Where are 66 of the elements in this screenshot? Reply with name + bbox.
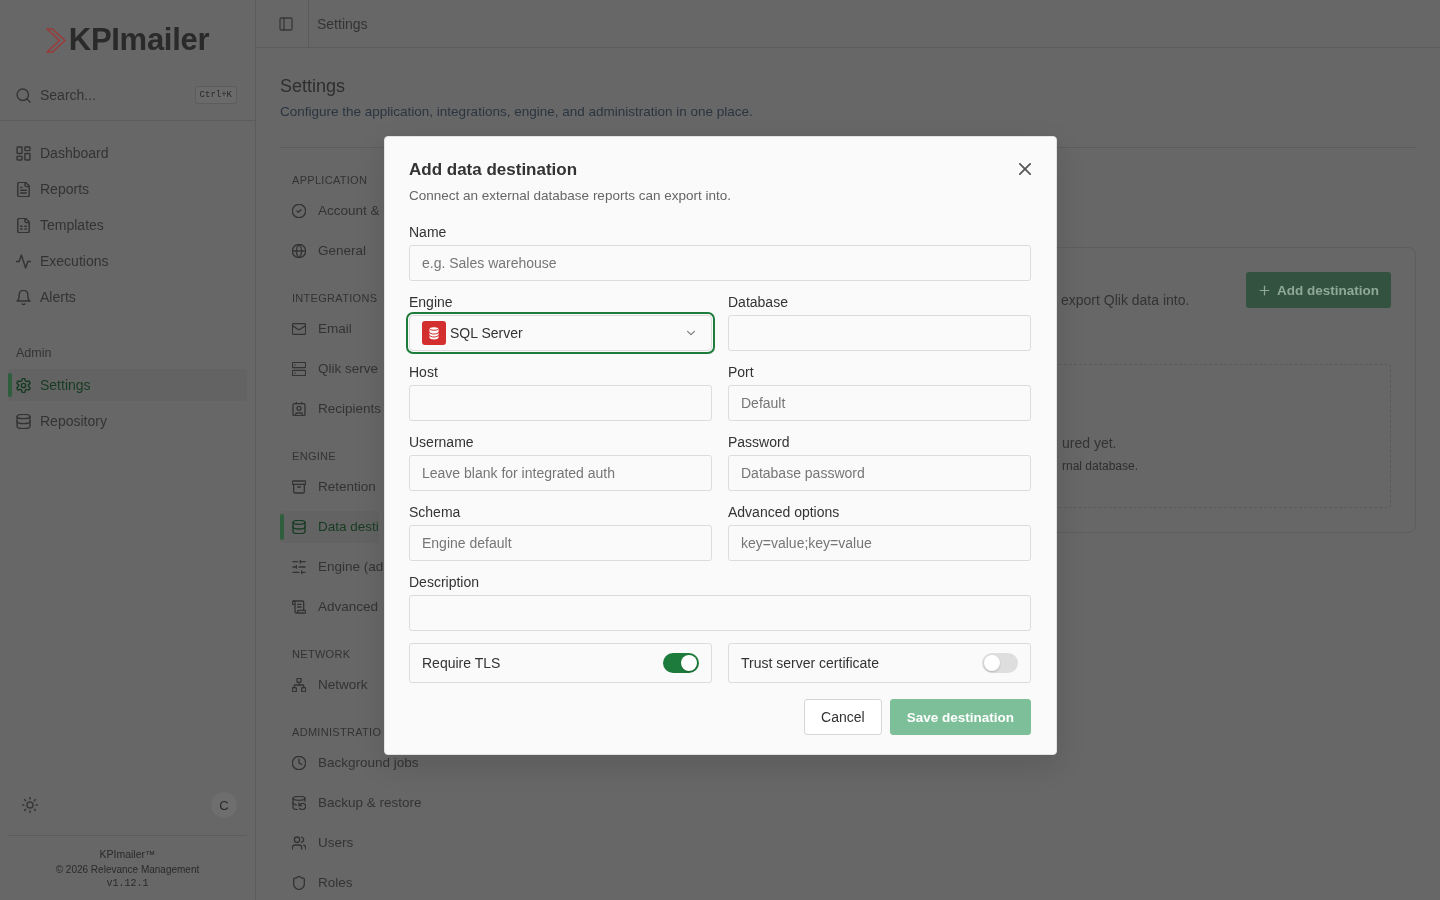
toggle-label: Require TLS [422, 655, 501, 671]
empty-state-hint: rnal database. [1062, 459, 1139, 473]
network-icon [292, 678, 306, 692]
text-field[interactable]: Engine default [409, 525, 712, 561]
field-label: Engine [409, 293, 453, 311]
text-field[interactable]: Leave blank for integrated auth [409, 455, 712, 491]
document-icon [16, 181, 31, 197]
database-icon [292, 520, 306, 534]
database-restore-icon [292, 796, 306, 810]
pulse-icon [16, 253, 31, 269]
field-label: Port [728, 363, 754, 381]
password-field[interactable]: Database password [728, 455, 1031, 491]
field-label: Password [728, 433, 790, 451]
field-label: Username [409, 433, 474, 451]
add-destination-button[interactable]: Add destination [1246, 272, 1391, 308]
field-label: Name [409, 223, 447, 241]
database-icon [422, 321, 446, 345]
shield-icon [292, 876, 306, 890]
database-icon [16, 413, 31, 429]
contact-card-icon [292, 402, 306, 416]
field-label: Host [409, 363, 438, 381]
toggle-switch[interactable] [663, 653, 699, 673]
dialog-subtitle: Connect an external database reports can export into. [409, 188, 731, 203]
text-field[interactable] [728, 315, 1031, 351]
field-label: Schema [409, 503, 461, 521]
footer-product: KPImailer™ [99, 847, 156, 862]
field-label: Description [409, 573, 480, 591]
field-label: Advanced options [728, 503, 840, 521]
toggle-switch[interactable] [982, 653, 1018, 673]
template-icon [16, 217, 31, 233]
shortcut-hint: Ctrl+K [194, 86, 237, 104]
text-field[interactable] [409, 595, 1031, 631]
scroll-icon [292, 600, 306, 614]
users-icon [292, 836, 306, 850]
page-title: Settings [280, 76, 346, 96]
user-avatar[interactable]: C [211, 792, 237, 818]
text-field[interactable]: Default [728, 385, 1031, 421]
search-icon [16, 87, 31, 103]
field-label: Database [728, 293, 788, 311]
settings-nav-item[interactable]: Data desti [280, 511, 379, 543]
logo-chevron-icon [45, 27, 66, 53]
gear-icon [16, 377, 31, 393]
server-icon [292, 362, 306, 376]
sidebar-icon [279, 16, 293, 31]
cancel-button[interactable]: Cancel [804, 699, 882, 735]
sun-icon [22, 797, 38, 813]
archive-icon [292, 480, 306, 494]
plus-icon [1258, 283, 1271, 297]
text-field[interactable]: key=value;key=value [728, 525, 1031, 561]
grid-icon [16, 145, 31, 161]
sidebar-item[interactable]: Settings [8, 369, 247, 401]
sliders-icon [292, 560, 306, 574]
toggle-label: Trust server certificate [741, 655, 879, 671]
close-icon [1019, 163, 1031, 175]
footer-copyright: © 2026 Relevance Management [55, 863, 200, 877]
dialog-title: Add data destination [409, 160, 578, 179]
theme-toggle-button[interactable] [22, 797, 38, 813]
mail-icon [292, 322, 306, 336]
footer-version: v1.12.1 [106, 878, 149, 889]
text-field[interactable]: e.g. Sales warehouse [409, 245, 1031, 281]
bell-icon [16, 289, 31, 305]
select-field[interactable]: SQL Server [409, 315, 712, 351]
clock-icon [292, 756, 306, 770]
text-field[interactable] [409, 385, 712, 421]
globe-icon [292, 244, 306, 258]
logo-text: KPImailer [68, 22, 210, 58]
